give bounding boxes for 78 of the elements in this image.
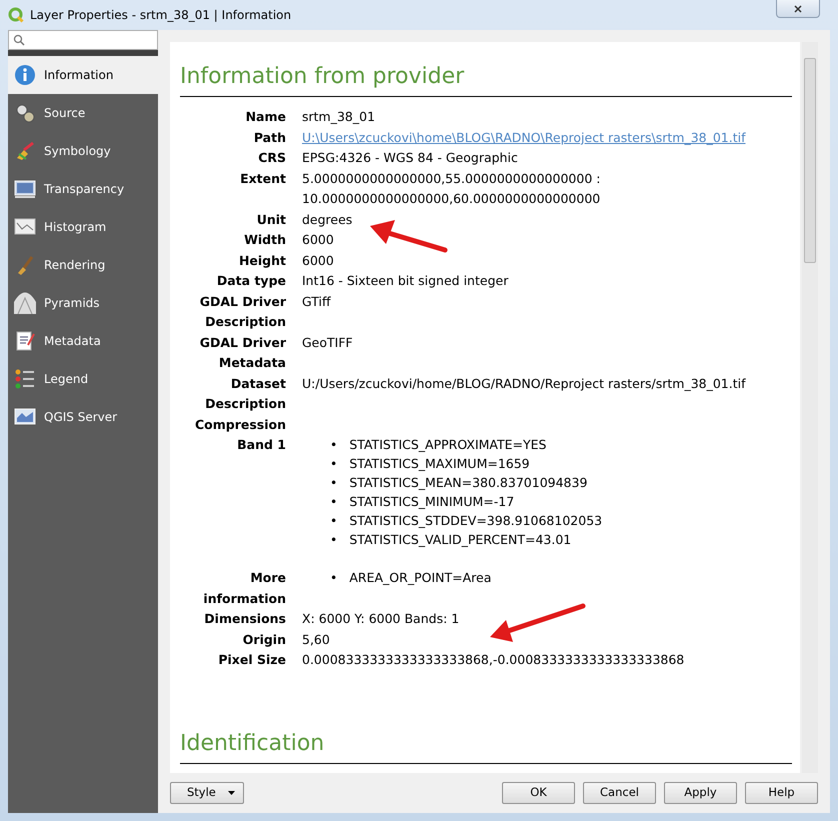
field-label: Name — [244, 108, 286, 126]
list-item: STATISTICS_MAXIMUM=1659 — [349, 455, 530, 474]
field-value: 5,60 — [302, 632, 330, 647]
dialog-button[interactable]: Apply — [664, 782, 737, 804]
field-value: 10.0000000000000000,60.0000000000000000 — [302, 190, 602, 208]
field-value: U:/Users/zcuckovi/home/BLOG/RADNO/Reproject rasters/srtm_38_01.tif — [302, 376, 746, 391]
sidebar-item[interactable]: Metadata — [8, 322, 158, 360]
image-icon — [14, 178, 36, 200]
field-label: Path — [252, 128, 286, 147]
style-dropdown[interactable]: Style — [170, 782, 244, 804]
list-bullet: • — [330, 512, 338, 530]
field-value: srtm_38_01 — [302, 109, 376, 124]
list-item: STATISTICS_VALID_PERCENT=43.01 — [349, 531, 572, 550]
dialog-button[interactable]: Help — [745, 782, 818, 804]
list-bullet: • — [330, 436, 338, 454]
scrollbar[interactable] — [802, 42, 818, 773]
sidebar-item[interactable]: Source — [8, 94, 158, 132]
scrollbar-thumb[interactable] — [804, 58, 816, 263]
search-icon — [13, 34, 25, 46]
field-value: X: 6000 Y: 6000 Bands: 1 — [302, 611, 460, 626]
pyramid-icon — [14, 292, 36, 314]
list-item: STATISTICS_MINIMUM=-17 — [349, 493, 514, 512]
section-heading: Information from provider — [180, 64, 792, 98]
field-value: GTiff — [302, 294, 331, 309]
field-label: Origin — [242, 630, 286, 649]
section-heading: Identification — [180, 730, 792, 764]
app-logo-icon — [8, 7, 24, 23]
field-label: Height — [238, 252, 286, 270]
sidebar-item[interactable]: Legend — [8, 360, 158, 398]
dialog-button[interactable]: OK — [502, 782, 575, 804]
legend-icon — [14, 368, 36, 390]
sidebar-item[interactable]: Information — [8, 56, 158, 94]
sidebar-item[interactable]: Pyramids — [8, 284, 158, 322]
field-label: Unit — [256, 210, 286, 229]
field-value: 5.0000000000000000,55.0000000000000000 : — [302, 170, 602, 188]
field-label: GDAL Driver Metadata — [198, 334, 286, 372]
brush-icon — [14, 140, 36, 162]
field-label: Compression — [194, 416, 286, 434]
field-label: Band 1 — [236, 436, 286, 454]
caret-icon — [228, 791, 235, 795]
field-value: 0.0008333333333333333868,-0.0008333333333333333868 — [302, 652, 684, 668]
sidebar-item[interactable]: Rendering — [8, 246, 158, 284]
dialog-button[interactable]: Cancel — [583, 782, 656, 804]
field-value: 6000 — [302, 252, 334, 268]
document-icon — [14, 330, 36, 352]
sidebar-item[interactable]: Symbology — [8, 132, 158, 170]
close-icon — [794, 4, 802, 12]
field-value: GeoTIFF — [302, 334, 353, 350]
list-bullet: • — [330, 531, 338, 550]
list-bullet: • — [330, 474, 338, 492]
field-label: Dataset Description — [204, 374, 286, 414]
sidebar-item[interactable]: Transparency — [8, 170, 158, 208]
info-icon — [14, 64, 36, 86]
field-label: Pixel Size — [217, 651, 286, 670]
field-value: 6000 — [302, 232, 334, 248]
field-label: More information — [202, 569, 286, 608]
field-label: Dimensions — [203, 610, 286, 628]
field-value: EPSG:4326 - WGS 84 - Geographic — [302, 150, 518, 166]
list-item: AREA_OR_POINT=Area — [349, 569, 492, 588]
field-value: degrees — [302, 212, 352, 227]
list-item: STATISTICS_APPROXIMATE=YES — [349, 436, 546, 454]
sidebar-item[interactable]: QGIS Server — [8, 398, 158, 436]
field-value: Int16 - Sixteen bit signed integer — [302, 273, 508, 288]
field-label: GDAL Driver Description — [198, 292, 286, 332]
sidebar-item[interactable]: Histogram — [8, 208, 158, 246]
field-label: CRS — [257, 149, 286, 168]
list-item: STATISTICS_MEAN=380.83701094839 — [349, 474, 588, 492]
window-title: Layer Properties - srtm_38_01 | Information — [30, 7, 292, 24]
field-label: Data type — [216, 272, 286, 290]
search-field[interactable] — [8, 30, 158, 50]
list-item: STATISTICS_STDDEV=398.91068102053 — [349, 512, 602, 530]
list-bullet: • — [330, 569, 338, 588]
field-label: Width — [243, 231, 286, 250]
list-bullet: • — [330, 455, 338, 474]
list-bullet: • — [330, 493, 338, 512]
field-label: Extent — [239, 170, 286, 188]
path-link[interactable]: U:\Users\zcuckovi\home\BLOG\RADNO\Reproject rasters\srtm_38_01.tif — [302, 130, 746, 145]
close-button[interactable] — [776, 0, 820, 18]
